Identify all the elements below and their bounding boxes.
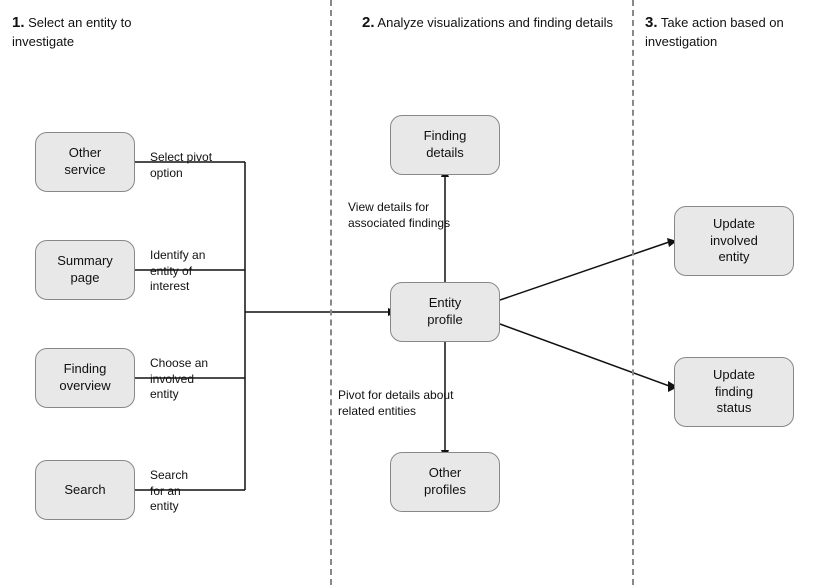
other-service-label: Otherservice xyxy=(64,145,105,179)
entity-profile-box: Entityprofile xyxy=(390,282,500,342)
step-num-3: 3. xyxy=(645,14,658,31)
update-finding-status-box: Updatefindingstatus xyxy=(674,357,794,427)
finding-details-label: Findingdetails xyxy=(424,128,467,162)
other-profiles-label: Otherprofiles xyxy=(424,465,466,499)
finding-overview-box: Findingoverview xyxy=(35,348,135,408)
step-title-1: Select an entity to investigate xyxy=(12,15,131,49)
diagram: 1. Select an entity to investigate 2. An… xyxy=(0,0,831,585)
step-title-3: Take action based on investigation xyxy=(645,15,784,49)
step-header-2: 2. Analyze visualizations and finding de… xyxy=(362,12,622,33)
other-profiles-box: Otherprofiles xyxy=(390,452,500,512)
entity-profile-label: Entityprofile xyxy=(427,295,462,329)
col-divider-1 xyxy=(330,0,332,585)
label-search-for: Searchfor anentity xyxy=(150,468,188,515)
label-identify: Identify anentity ofinterest xyxy=(150,248,205,295)
update-involved-entity-label: Updateinvolvedentity xyxy=(710,216,758,267)
finding-details-box: Findingdetails xyxy=(390,115,500,175)
update-finding-status-label: Updatefindingstatus xyxy=(713,367,755,418)
step-header-1: 1. Select an entity to investigate xyxy=(12,12,302,51)
update-involved-entity-box: Updateinvolvedentity xyxy=(674,206,794,276)
other-service-box: Otherservice xyxy=(35,132,135,192)
step-title-2: Analyze visualizations and finding detai… xyxy=(377,15,613,30)
step-num-1: 1. xyxy=(12,14,25,31)
step-header-3: 3. Take action based on investigation xyxy=(645,12,825,51)
summary-page-label: Summarypage xyxy=(57,253,113,287)
search-label: Search xyxy=(64,482,105,499)
finding-overview-label: Findingoverview xyxy=(59,361,110,395)
search-box: Search xyxy=(35,460,135,520)
summary-page-box: Summarypage xyxy=(35,240,135,300)
label-view-details: View details forassociated findings xyxy=(348,200,450,231)
step-num-2: 2. xyxy=(362,14,375,31)
label-choose: Choose aninvolvedentity xyxy=(150,356,208,403)
label-pivot-details: Pivot for details aboutrelated entities xyxy=(338,388,453,419)
col-divider-2 xyxy=(632,0,634,585)
label-select-pivot: Select pivotoption xyxy=(150,150,212,181)
